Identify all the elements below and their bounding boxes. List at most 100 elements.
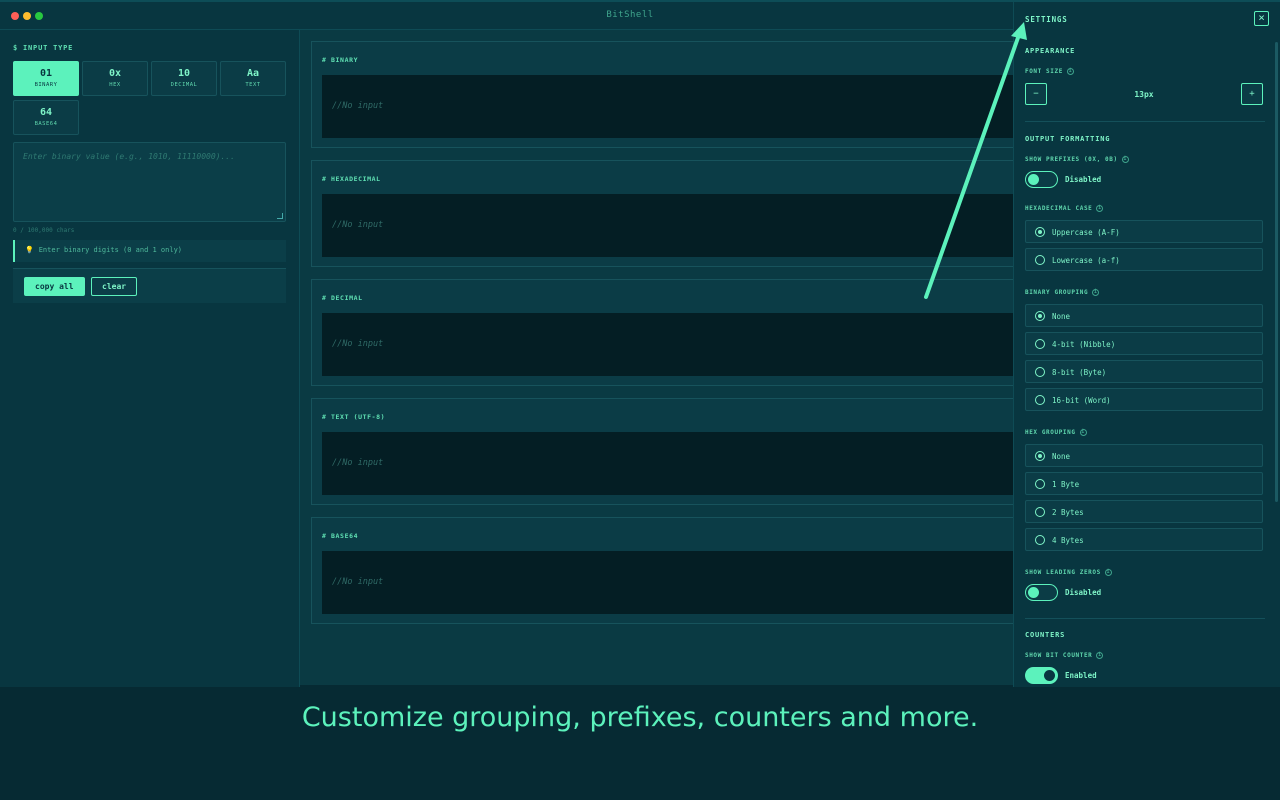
clear-button[interactable]: clear bbox=[91, 277, 138, 296]
binary-grouping-word-option[interactable]: 16-bit (Word) bbox=[1025, 388, 1263, 411]
output-text: //No input bbox=[332, 577, 384, 587]
divider bbox=[1025, 121, 1265, 122]
option-label: 2 Bytes bbox=[1052, 508, 1084, 517]
output-text-card: # TEXT (UTF-8) //No input bbox=[311, 398, 1032, 505]
info-icon[interactable]: i bbox=[1104, 569, 1112, 576]
close-icon: × bbox=[1258, 11, 1265, 24]
type-symbol: 0x bbox=[108, 68, 122, 79]
hex-grouping-2bytes-option[interactable]: 2 Bytes bbox=[1025, 500, 1263, 523]
option-label: 1 Byte bbox=[1052, 480, 1080, 489]
leading-zeros-text: SHOW LEADING ZEROS bbox=[1025, 569, 1101, 576]
option-label: Lowercase (a-f) bbox=[1052, 256, 1120, 265]
output-binary-value[interactable]: //No input bbox=[322, 75, 1032, 138]
output-decimal-value[interactable]: //No input bbox=[322, 313, 1032, 376]
show-prefixes-toggle[interactable] bbox=[1025, 171, 1058, 188]
settings-title: SETTINGS bbox=[1025, 15, 1068, 24]
hex-grouping-1byte-option[interactable]: 1 Byte bbox=[1025, 472, 1263, 495]
input-type-base64-button[interactable]: 64 BASE64 bbox=[13, 100, 79, 135]
output-text: //No input bbox=[332, 101, 384, 111]
radio-icon bbox=[1035, 395, 1045, 405]
option-label: 8-bit (Byte) bbox=[1052, 368, 1107, 377]
binary-grouping-label: BINARY GROUPING i bbox=[1025, 289, 1100, 296]
show-prefixes-label: SHOW PREFIXES (0X, 0B) i bbox=[1025, 156, 1129, 163]
font-size-text: FONT SIZE bbox=[1025, 68, 1063, 75]
hex-grouping-none-option[interactable]: None bbox=[1025, 444, 1263, 467]
action-bar: copy all clear bbox=[13, 268, 286, 303]
type-label: TEXT bbox=[245, 82, 261, 88]
output-hex-value[interactable]: //No input bbox=[322, 194, 1032, 257]
input-type-decimal-button[interactable]: 10 DECIMAL bbox=[151, 61, 217, 96]
radio-icon bbox=[1035, 535, 1045, 545]
copy-all-button[interactable]: copy all bbox=[24, 277, 85, 296]
output-decimal-card: # DECIMAL //No input bbox=[311, 279, 1032, 386]
type-symbol: 01 bbox=[39, 68, 53, 79]
toggle-knob bbox=[1028, 174, 1039, 185]
settings-panel: SETTINGS × APPEARANCE FONT SIZE i − 13px … bbox=[1013, 2, 1280, 687]
input-type-label: $ INPUT TYPE bbox=[13, 44, 74, 52]
close-settings-button[interactable]: × bbox=[1254, 11, 1269, 26]
font-size-increase-button[interactable]: + bbox=[1241, 83, 1263, 105]
output-label: # BASE64 bbox=[322, 532, 359, 540]
leading-zeros-state: Disabled bbox=[1065, 588, 1102, 597]
radio-icon bbox=[1035, 339, 1045, 349]
type-symbol: 10 bbox=[177, 68, 191, 79]
output-hex-card: # HEXADECIMAL //No input bbox=[311, 160, 1032, 267]
divider bbox=[1025, 618, 1265, 619]
char-count: 0 / 100,000 chars bbox=[13, 227, 75, 234]
show-prefixes-text: SHOW PREFIXES (0X, 0B) bbox=[1025, 156, 1118, 163]
type-label: BINARY bbox=[34, 82, 58, 88]
appearance-heading: APPEARANCE bbox=[1025, 47, 1076, 55]
option-label: 4-bit (Nibble) bbox=[1052, 340, 1116, 349]
settings-scrollbar[interactable] bbox=[1275, 42, 1278, 502]
binary-grouping-byte-option[interactable]: 8-bit (Byte) bbox=[1025, 360, 1263, 383]
option-label: None bbox=[1052, 312, 1071, 321]
binary-grouping-none-option[interactable]: None bbox=[1025, 304, 1263, 327]
input-type-binary-button[interactable]: 01 BINARY bbox=[13, 61, 79, 96]
hex-grouping-text: HEX GROUPING bbox=[1025, 429, 1076, 436]
radio-selected-icon bbox=[1035, 311, 1045, 321]
show-prefixes-state: Disabled bbox=[1065, 175, 1102, 184]
radio-icon bbox=[1035, 367, 1045, 377]
input-hint: 💡 Enter binary digits (0 and 1 only) bbox=[13, 240, 286, 262]
radio-icon bbox=[1035, 255, 1045, 265]
output-text: //No input bbox=[332, 339, 384, 349]
input-type-hex-button[interactable]: 0x HEX bbox=[82, 61, 148, 96]
toggle-knob bbox=[1028, 587, 1039, 598]
font-size-value: 13px bbox=[1134, 90, 1154, 99]
radio-selected-icon bbox=[1035, 227, 1045, 237]
bit-counter-toggle[interactable] bbox=[1025, 667, 1058, 684]
output-text: //No input bbox=[332, 458, 384, 468]
counters-heading: COUNTERS bbox=[1025, 631, 1066, 639]
input-placeholder: Enter binary value (e.g., 1010, 11110000… bbox=[23, 152, 235, 161]
hex-case-text: HEXADECIMAL CASE bbox=[1025, 205, 1093, 212]
leading-zeros-label: SHOW LEADING ZEROS i bbox=[1025, 569, 1112, 576]
leading-zeros-toggle[interactable] bbox=[1025, 584, 1058, 601]
output-base64-value[interactable]: //No input bbox=[322, 551, 1032, 614]
font-size-decrease-button[interactable]: − bbox=[1025, 83, 1047, 105]
info-icon[interactable]: i bbox=[1096, 205, 1104, 212]
info-icon[interactable]: i bbox=[1121, 156, 1129, 163]
font-size-label: FONT SIZE i bbox=[1025, 68, 1074, 75]
resize-handle[interactable] bbox=[277, 213, 283, 219]
radio-icon bbox=[1035, 507, 1045, 517]
type-symbol: Aa bbox=[246, 68, 260, 79]
binary-input-textarea[interactable]: Enter binary value (e.g., 1010, 11110000… bbox=[13, 142, 286, 222]
info-icon[interactable]: i bbox=[1066, 68, 1074, 75]
hex-case-label: HEXADECIMAL CASE i bbox=[1025, 205, 1104, 212]
hex-case-uppercase-option[interactable]: Uppercase (A-F) bbox=[1025, 220, 1263, 243]
hex-case-lowercase-option[interactable]: Lowercase (a-f) bbox=[1025, 248, 1263, 271]
input-type-text-button[interactable]: Aa TEXT bbox=[220, 61, 286, 96]
info-icon[interactable]: i bbox=[1092, 289, 1100, 296]
promo-caption: Customize grouping, prefixes, counters a… bbox=[301, 702, 979, 733]
option-label: 4 Bytes bbox=[1052, 536, 1084, 545]
output-label: # DECIMAL bbox=[322, 294, 363, 302]
hex-grouping-4bytes-option[interactable]: 4 Bytes bbox=[1025, 528, 1263, 551]
info-icon[interactable]: i bbox=[1096, 652, 1104, 659]
app-window: BitShell $ INPUT TYPE 01 BINARY 0x HEX 1… bbox=[0, 0, 1280, 687]
binary-grouping-text: BINARY GROUPING bbox=[1025, 289, 1089, 296]
bit-counter-state: Enabled bbox=[1065, 671, 1097, 680]
binary-grouping-nibble-option[interactable]: 4-bit (Nibble) bbox=[1025, 332, 1263, 355]
output-text-value[interactable]: //No input bbox=[322, 432, 1032, 495]
option-label: Uppercase (A-F) bbox=[1052, 228, 1120, 237]
info-icon[interactable]: i bbox=[1079, 429, 1087, 436]
